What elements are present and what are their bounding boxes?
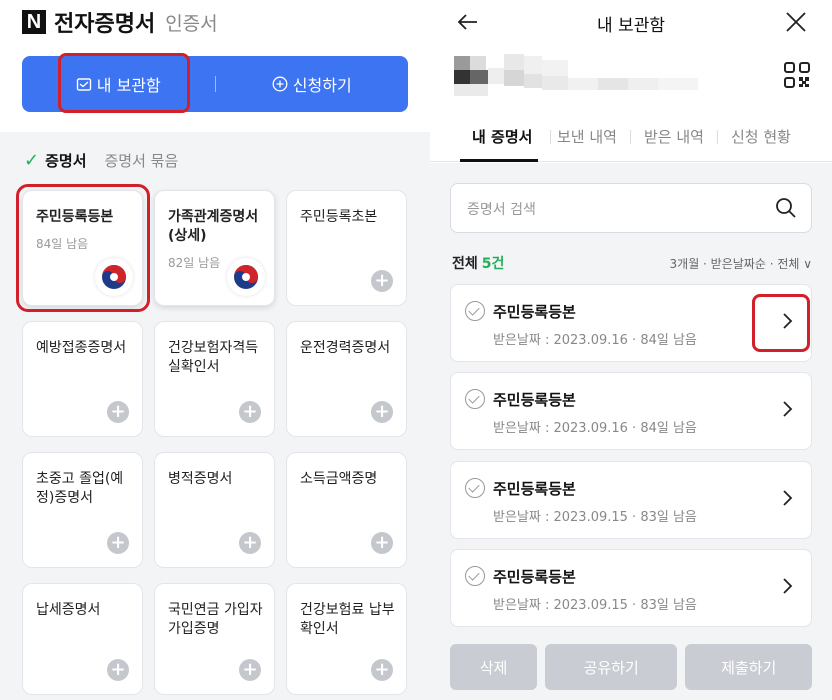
add-icon[interactable]: + [239,659,261,681]
submit-button[interactable]: 제출하기 [685,644,812,690]
active-tab-indicator [460,159,538,162]
add-icon[interactable]: + [371,659,393,681]
check-circle-icon[interactable] [465,478,485,498]
certificate-card[interactable]: 예방접종증명서 + [22,321,143,437]
apply-button[interactable]: 신청하기 [216,56,409,112]
apply-label: 신청하기 [292,76,352,95]
naver-logo: N [22,10,46,34]
add-icon[interactable]: + [239,532,261,554]
chevron-right-icon[interactable] [777,399,797,419]
qr-code-icon[interactable] [784,62,810,88]
government-seal-icon [227,258,265,296]
segment-certificates[interactable]: 증명서 [45,150,86,171]
add-icon[interactable]: + [107,401,129,423]
card-title: 예방접종증명서 [36,340,127,356]
card-title: 초중고 졸업(예정)증명서 [36,471,124,506]
document-title: 주민등록등본 [493,568,576,586]
tab-received[interactable]: 받은 내역 [644,126,704,147]
card-title: 운전경력증명서 [300,340,391,356]
add-icon[interactable]: + [371,532,393,554]
brand-subtitle[interactable]: 인증서 [165,9,217,36]
close-icon[interactable] [784,10,808,34]
card-days-left: 82일 남음 [168,256,221,270]
document-title: 주민등록등본 [493,303,576,321]
list-item[interactable]: 주민등록등본 받은날짜 : 2023.09.15 · 83일 남음 [450,549,812,627]
list-item[interactable]: 주민등록등본 받은날짜 : 2023.09.15 · 83일 남음 [450,461,812,539]
left-screen: N 전자증명서 인증서 내 보관함 신청하기 ✓ 증명서 증명서 묶음 주민등록… [0,0,430,700]
document-meta: 받은날짜 : 2023.09.16 · 84일 남음 [493,333,697,348]
add-icon[interactable]: + [107,532,129,554]
brand-title: 전자증명서 [54,12,156,37]
divider [717,130,718,144]
card-title: 가족관계증명서(상세) [168,209,259,244]
certificate-card[interactable]: 납세증명서 + [22,583,143,695]
blurred-user-info [454,50,698,100]
divider [630,130,631,144]
document-meta: 받은날짜 : 2023.09.16 · 84일 남음 [493,421,697,436]
card-title: 소득금액증명 [300,471,378,487]
tab-bar: 내 증명서 보낸 내역 받은 내역 신청 현황 [430,112,832,162]
delete-button[interactable]: 삭제 [450,644,537,690]
certificate-card[interactable]: 건강보험료 납부확인서 + [286,583,407,695]
certificate-card[interactable]: 초중고 졸업(예정)증명서 + [22,452,143,568]
card-title: 건강보험자격득실확인서 [168,340,259,375]
search-input[interactable]: 증명서 검색 [450,183,812,233]
check-circle-icon[interactable] [465,566,485,586]
card-title: 병적증명서 [168,471,233,487]
certificate-card[interactable]: 소득금액증명 + [286,452,407,568]
check-circle-icon[interactable] [465,301,485,321]
tab-applications[interactable]: 신청 현황 [731,126,791,147]
card-title: 납세증명서 [36,602,101,618]
highlight-box [16,184,150,312]
plus-circle-icon [272,76,288,92]
search-icon[interactable] [775,197,797,219]
search-placeholder: 증명서 검색 [467,202,536,218]
divider [550,130,551,144]
certificate-card[interactable]: 국민연금 가입자 가입증명 + [154,583,275,695]
count-row: 전체 5건 3개월 · 받은날짜순 · 전체 ∨ [452,253,812,275]
document-title: 주민등록등본 [493,391,576,409]
certificate-card[interactable]: 가족관계증명서(상세) 82일 남음 [154,190,275,306]
document-meta: 받은날짜 : 2023.09.15 · 83일 남음 [493,598,697,613]
check-icon: ✓ [24,150,40,171]
certificate-card[interactable]: 주민등록초본 + [286,190,407,306]
share-button[interactable]: 공유하기 [545,644,678,690]
add-icon[interactable]: + [371,401,393,423]
segment-tabs: ✓ 증명서 증명서 묶음 [24,150,178,171]
bottom-actions: 삭제 공유하기 제출하기 [450,644,812,690]
certificate-card[interactable]: 운전경력증명서 + [286,321,407,437]
total-label: 전체 [452,256,478,272]
add-icon[interactable]: + [239,401,261,423]
sort-filter[interactable]: 3개월 · 받은날짜순 · 전체 ∨ [670,255,812,272]
list-item[interactable]: 주민등록등본 받은날짜 : 2023.09.16 · 84일 남음 [450,372,812,450]
certificate-card[interactable]: 건강보험자격득실확인서 + [154,321,275,437]
check-circle-icon[interactable] [465,389,485,409]
total-count: 5건 [481,256,505,272]
card-title: 건강보험료 납부확인서 [300,602,395,637]
chevron-right-icon[interactable] [777,488,797,508]
page-title: 내 보관함 [597,16,665,36]
add-icon[interactable]: + [107,659,129,681]
card-title: 국민연금 가입자 가입증명 [168,602,263,637]
brand-header: N 전자증명서 인증서 [22,6,218,38]
tab-sent[interactable]: 보낸 내역 [557,126,617,147]
highlight-box [58,53,190,113]
add-icon[interactable]: + [371,270,393,292]
highlight-box [752,294,810,352]
top-bar: 내 보관함 [430,0,832,44]
tab-my-certificates[interactable]: 내 증명서 [472,126,532,147]
chevron-right-icon[interactable] [777,576,797,596]
document-meta: 받은날짜 : 2023.09.15 · 83일 남음 [493,510,697,525]
card-title: 주민등록초본 [300,209,378,225]
document-title: 주민등록등본 [493,480,576,498]
segment-bundles[interactable]: 증명서 묶음 [105,150,179,171]
certificate-card[interactable]: 병적증명서 + [154,452,275,568]
